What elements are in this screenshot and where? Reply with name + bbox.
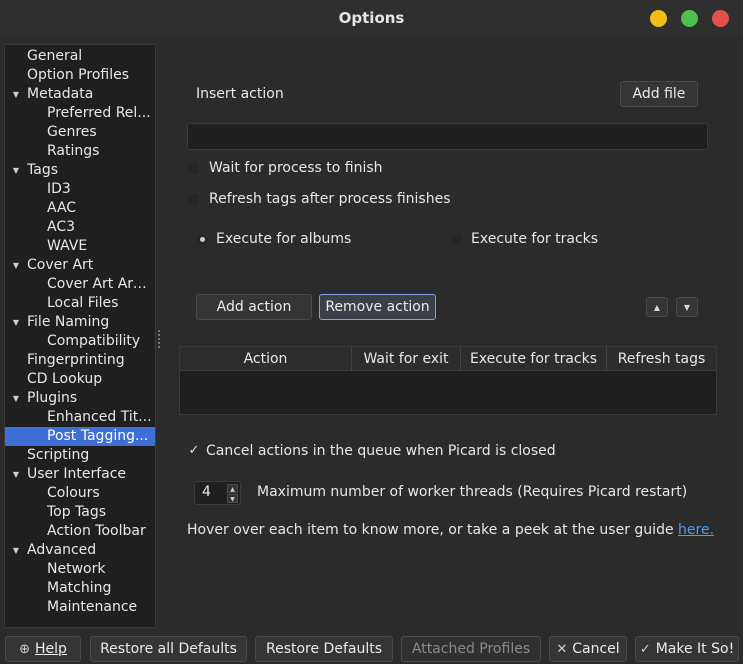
- tree-item[interactable]: Compatibility: [47, 332, 153, 351]
- help-button[interactable]: ⊕ Help: [5, 636, 81, 662]
- arrow-up-icon: ▲: [653, 302, 661, 312]
- refresh-tags-label: Refresh tags after process finishes: [209, 191, 451, 207]
- expand-arrow-icon[interactable]: ▼: [11, 161, 21, 180]
- cancel-queue-checkbox[interactable]: ✓: [187, 444, 201, 458]
- restore-all-defaults-button[interactable]: Restore all Defaults: [90, 636, 247, 662]
- help-label: Help: [34, 641, 67, 657]
- remove-action-button[interactable]: Remove action: [319, 294, 436, 320]
- tree-item[interactable]: General: [27, 47, 155, 66]
- tree-item[interactable]: Cover Art: [27, 256, 155, 275]
- tree-item[interactable]: Metadata: [27, 85, 155, 104]
- user-guide-link[interactable]: here.: [678, 522, 714, 538]
- tree-item[interactable]: Post Tagging...: [47, 427, 153, 446]
- tree-item[interactable]: Plugins: [27, 389, 155, 408]
- tree-item[interactable]: File Naming: [27, 313, 155, 332]
- execute-albums-label: Execute for albums: [216, 231, 352, 247]
- move-down-button[interactable]: ▼: [676, 297, 698, 317]
- make-it-so-label: Make It So!: [655, 641, 735, 657]
- make-it-so-button[interactable]: ✓ Make It So!: [635, 636, 739, 662]
- tree-item[interactable]: Matching: [47, 579, 153, 598]
- tree-item[interactable]: WAVE: [47, 237, 153, 256]
- move-up-button[interactable]: ▲: [646, 297, 668, 317]
- spin-up-icon[interactable]: ▲: [227, 484, 238, 493]
- tree-item[interactable]: Genres: [47, 123, 153, 142]
- restore-defaults-button[interactable]: Restore Defaults: [255, 636, 393, 662]
- cancel-label: Cancel: [572, 641, 620, 657]
- column-header-action[interactable]: Action: [180, 347, 352, 371]
- tree-item[interactable]: AAC: [47, 199, 153, 218]
- cancel-button[interactable]: ✕ Cancel: [549, 636, 627, 662]
- tree-item[interactable]: Maintenance: [47, 598, 153, 617]
- execute-tracks-radio[interactable]: [451, 233, 464, 246]
- splitter-handle[interactable]: [158, 330, 161, 348]
- close-button[interactable]: [712, 10, 729, 27]
- actions-table[interactable]: Action Wait for exit Execute for tracks …: [179, 346, 717, 415]
- cancel-queue-label: Cancel actions in the queue when Picard …: [206, 443, 556, 459]
- wait-process-checkbox[interactable]: [187, 162, 200, 175]
- add-file-button[interactable]: Add file: [620, 81, 698, 107]
- column-header-wait[interactable]: Wait for exit: [352, 347, 461, 371]
- threads-value: 4: [202, 484, 211, 500]
- tree-item[interactable]: Advanced: [27, 541, 155, 560]
- close-icon: ✕: [556, 641, 568, 657]
- threads-label: Maximum number of worker threads (Requir…: [257, 484, 688, 500]
- expand-arrow-icon[interactable]: ▼: [11, 541, 21, 560]
- threads-spinbox[interactable]: 4 ▲ ▼: [194, 481, 241, 505]
- window-title: Options: [338, 9, 405, 27]
- tree-item[interactable]: Top Tags: [47, 503, 153, 522]
- expand-arrow-icon[interactable]: ▼: [11, 313, 21, 332]
- tree-item[interactable]: Ratings: [47, 142, 153, 161]
- tree-item[interactable]: Option Profiles: [27, 66, 155, 85]
- column-header-refresh-tags[interactable]: Refresh tags: [607, 347, 716, 371]
- tree-item[interactable]: Scripting: [27, 446, 155, 465]
- maximize-button[interactable]: [681, 10, 698, 27]
- expand-arrow-icon[interactable]: ▼: [11, 256, 21, 275]
- arrow-down-icon: ▼: [683, 302, 691, 312]
- expand-arrow-icon[interactable]: ▼: [11, 465, 21, 484]
- title-bar: Options: [0, 0, 743, 36]
- expand-arrow-icon[interactable]: ▼: [11, 85, 21, 104]
- execute-tracks-label: Execute for tracks: [471, 231, 599, 247]
- spin-down-icon[interactable]: ▼: [227, 494, 238, 503]
- tree-item[interactable]: Network: [47, 560, 153, 579]
- tree-item[interactable]: Enhanced Tit...: [47, 408, 153, 427]
- tree-item[interactable]: Action Toolbar: [47, 522, 153, 541]
- wait-process-label: Wait for process to finish: [209, 160, 383, 176]
- minimize-button[interactable]: [650, 10, 667, 27]
- tree-item[interactable]: Cover Art Arc...: [47, 275, 153, 294]
- tree-item[interactable]: Tags: [27, 161, 155, 180]
- check-icon: ✓: [639, 641, 651, 657]
- tree-item[interactable]: CD Lookup: [27, 370, 155, 389]
- tree-item[interactable]: Preferred Rel...: [47, 104, 153, 123]
- column-header-execute-tracks[interactable]: Execute for tracks: [461, 347, 607, 371]
- tree-item[interactable]: AC3: [47, 218, 153, 237]
- hint-text: Hover over each item to know more, or ta…: [187, 522, 714, 538]
- window-controls: [650, 10, 729, 27]
- tree-item[interactable]: Colours: [47, 484, 153, 503]
- table-header: Action Wait for exit Execute for tracks …: [180, 347, 716, 371]
- expand-arrow-icon[interactable]: ▼: [11, 389, 21, 408]
- check-icon: ✓: [188, 443, 200, 458]
- add-action-button[interactable]: Add action: [196, 294, 312, 320]
- attached-profiles-button[interactable]: Attached Profiles: [401, 636, 541, 662]
- execute-albums-radio[interactable]: [196, 233, 209, 246]
- tree-item[interactable]: User Interface: [27, 465, 155, 484]
- tree-item[interactable]: ID3: [47, 180, 153, 199]
- insert-action-label: Insert action: [196, 86, 284, 102]
- tree-item[interactable]: Local Files: [47, 294, 153, 313]
- hint-text-body: Hover over each item to know more, or ta…: [187, 522, 679, 538]
- tree-item[interactable]: Fingerprinting: [27, 351, 155, 370]
- refresh-tags-checkbox[interactable]: [187, 193, 200, 206]
- options-tree[interactable]: General Option Profiles ▼ Metadata Preferred…: [4, 44, 156, 628]
- command-input[interactable]: [187, 123, 708, 150]
- help-icon: ⊕: [19, 641, 30, 657]
